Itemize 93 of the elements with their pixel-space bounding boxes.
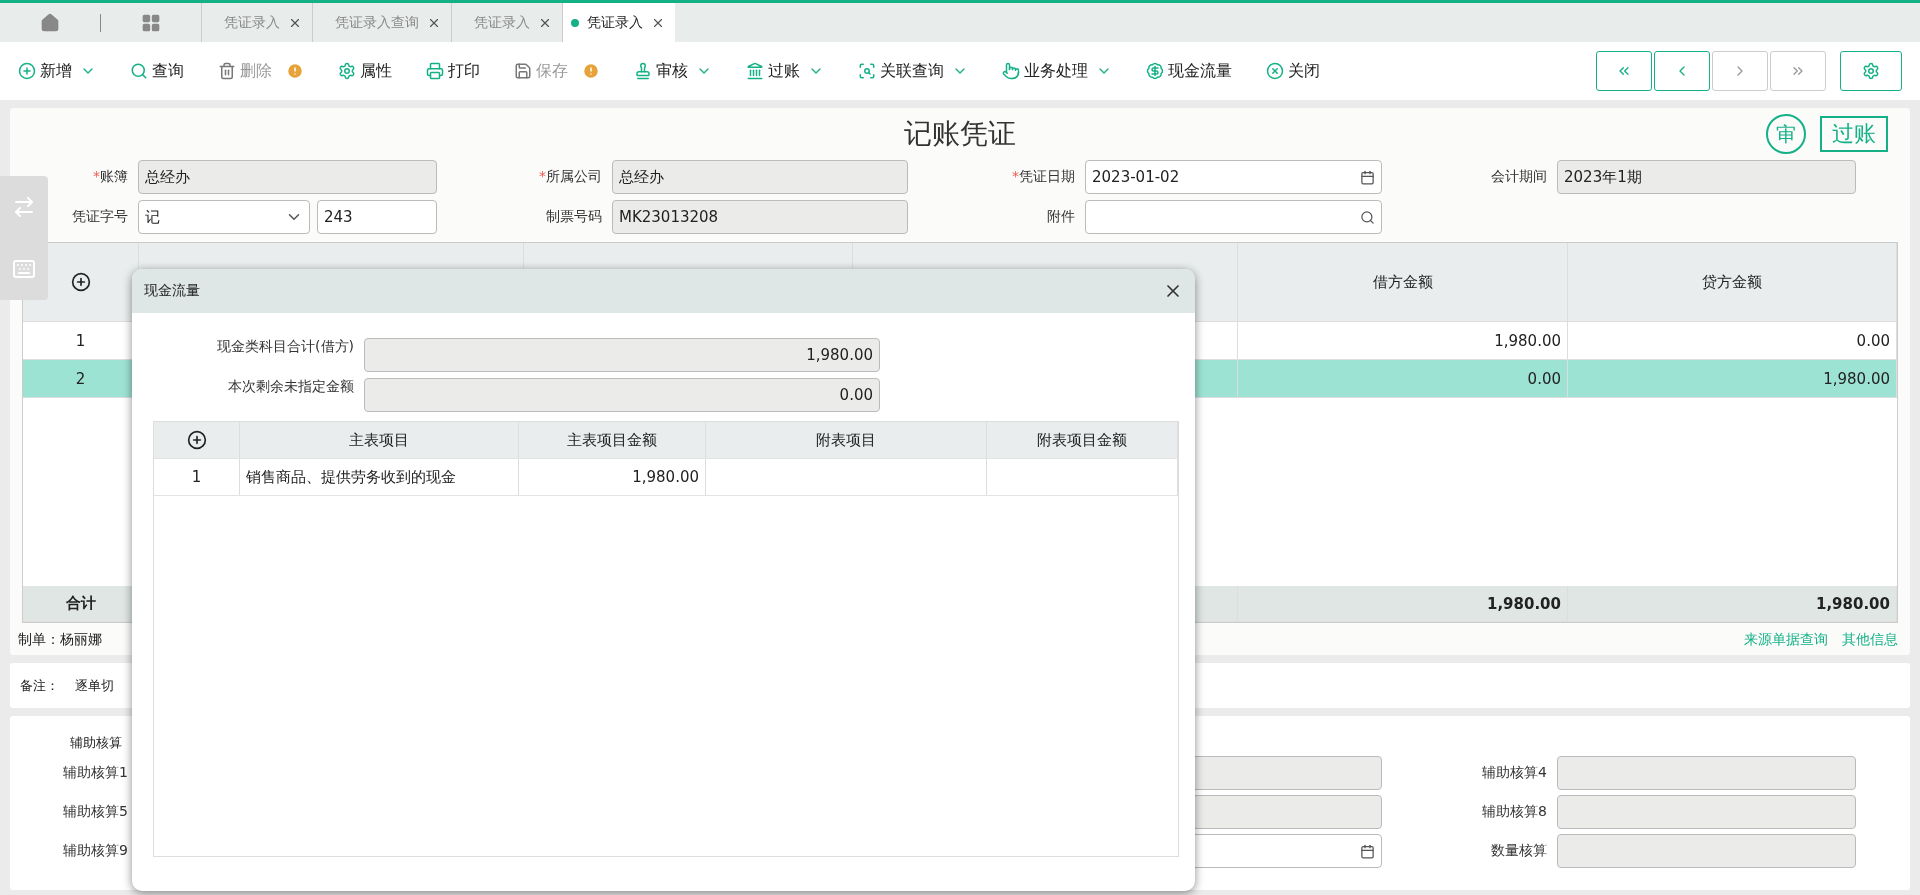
field-label: *凭证日期 bbox=[1011, 168, 1076, 186]
amount-field[interactable]: 1,980.00 bbox=[364, 338, 880, 372]
settings-icon bbox=[1862, 62, 1880, 80]
dialog-title: 现金流量 bbox=[144, 282, 200, 300]
text-field[interactable]: 总经办 bbox=[612, 160, 908, 194]
toolbar-button[interactable]: 新增 bbox=[18, 60, 96, 82]
field-label: 制票号码 bbox=[545, 208, 603, 226]
column-header: 主表项目金额 bbox=[519, 422, 706, 458]
row-number: 1 bbox=[154, 459, 240, 495]
calendar-icon bbox=[1360, 843, 1375, 859]
column-header: 附表项目 bbox=[706, 422, 987, 458]
keyboard-icon[interactable] bbox=[12, 257, 36, 281]
dollar-badge-icon bbox=[1146, 62, 1164, 80]
window-search-icon bbox=[858, 62, 876, 80]
add-row-icon[interactable] bbox=[70, 272, 91, 292]
field-label: 数量核算 bbox=[1490, 842, 1548, 860]
field-label: 辅助核算4 bbox=[1481, 764, 1548, 782]
toolbar-button[interactable]: 过账 bbox=[746, 60, 824, 82]
printer-icon bbox=[426, 62, 444, 80]
settings-icon bbox=[338, 62, 356, 80]
add-row-icon[interactable] bbox=[186, 430, 207, 450]
grid-icon[interactable] bbox=[141, 12, 161, 33]
text-field[interactable]: MK23013208 bbox=[612, 200, 908, 234]
active-dot-icon bbox=[571, 18, 579, 27]
field-label: 辅助核算8 bbox=[1481, 803, 1548, 821]
toolbar-button[interactable]: 关闭 bbox=[1266, 60, 1320, 82]
tab-label: 凭证录入 bbox=[474, 13, 530, 32]
search-field[interactable] bbox=[1085, 200, 1382, 234]
number-field[interactable]: 243 bbox=[317, 200, 437, 234]
tab-label: 凭证录入查询 bbox=[335, 13, 419, 32]
toolbar-button[interactable]: 业务处理 bbox=[1002, 60, 1112, 82]
text-field[interactable] bbox=[1557, 834, 1856, 868]
close-icon bbox=[1266, 62, 1284, 80]
plus-circle-icon bbox=[18, 62, 36, 80]
tab-label: 凭证录入 bbox=[587, 13, 643, 32]
table-cell: 1,980.00 bbox=[1568, 360, 1897, 397]
amount-field[interactable]: 0.00 bbox=[364, 378, 880, 412]
remark-label: 备注： bbox=[20, 676, 59, 695]
tab-label: 凭证录入 bbox=[224, 13, 280, 32]
field-label: 辅助核算1 bbox=[62, 764, 129, 782]
field-label: 凭证字号 bbox=[71, 208, 129, 226]
field-label: 本次剩余未指定金额 bbox=[227, 378, 355, 396]
toolbar-button[interactable]: 审核 bbox=[634, 60, 712, 82]
table-cell: 1,980.00 bbox=[1238, 322, 1568, 359]
text-field[interactable] bbox=[1557, 795, 1856, 829]
calendar-icon bbox=[1360, 169, 1375, 185]
first-button[interactable] bbox=[1596, 51, 1652, 91]
field-label: 辅助核算9 bbox=[62, 842, 129, 860]
voucher-title: 记账凭证 bbox=[904, 116, 1016, 152]
side-handle[interactable] bbox=[0, 176, 48, 300]
save-icon bbox=[514, 62, 532, 80]
text-field[interactable]: 总经办 bbox=[138, 160, 437, 194]
column-header: 借方金额 bbox=[1238, 243, 1568, 321]
field-label: 辅助核算5 bbox=[62, 803, 129, 821]
home-icon[interactable] bbox=[40, 12, 60, 33]
total-cell: 1,980.00 bbox=[1238, 586, 1568, 621]
previous-button[interactable] bbox=[1654, 51, 1710, 91]
search-icon bbox=[1360, 209, 1375, 225]
status-stamp: 过账 bbox=[1820, 116, 1888, 152]
table-cell: 销售商品、提供劳务收到的现金 bbox=[240, 459, 519, 495]
column-header: 主表项目 bbox=[240, 422, 519, 458]
column-header: 附表项目金额 bbox=[987, 422, 1178, 458]
pointer-hand-icon bbox=[1002, 62, 1020, 80]
toolbar-button[interactable]: 属性 bbox=[338, 60, 392, 82]
column-header: 贷方金额 bbox=[1568, 243, 1897, 321]
table-cell: 0.00 bbox=[1568, 322, 1897, 359]
tab[interactable]: 凭证录入 bbox=[562, 3, 675, 42]
bank-icon bbox=[746, 62, 764, 80]
swap-icon[interactable] bbox=[12, 195, 36, 219]
field-label: 会计期间 bbox=[1490, 168, 1548, 186]
toolbar-button[interactable]: 打印 bbox=[426, 60, 480, 82]
remark-text: 逐单切 bbox=[75, 676, 114, 695]
toolbar-button[interactable]: 现金流量 bbox=[1146, 60, 1232, 82]
select-field[interactable]: 记 bbox=[138, 200, 310, 234]
field-label: 现金类科目合计(借方) bbox=[216, 338, 355, 356]
stamp-icon bbox=[634, 62, 652, 80]
table-cell: 1,980.00 bbox=[519, 459, 706, 495]
field-label: *所属公司 bbox=[538, 168, 603, 186]
date-field[interactable]: 2023-01-02 bbox=[1085, 160, 1382, 194]
toolbar-button[interactable]: 查询 bbox=[130, 60, 184, 82]
text-field[interactable]: 2023年1期 bbox=[1557, 160, 1856, 194]
total-cell: 1,980.00 bbox=[1568, 586, 1897, 621]
trash-icon bbox=[218, 62, 236, 80]
table-cell: 0.00 bbox=[1238, 360, 1568, 397]
settings-button[interactable] bbox=[1840, 51, 1902, 91]
toolbar-button[interactable]: 关联查询 bbox=[858, 60, 968, 82]
aux-heading: 辅助核算 bbox=[69, 734, 123, 752]
field-label: 附件 bbox=[1046, 208, 1076, 226]
field-label: *账簿 bbox=[92, 168, 129, 186]
maker-text: 制单：杨丽娜 bbox=[18, 631, 102, 649]
text-field[interactable] bbox=[1557, 756, 1856, 790]
audit-stamp: 审 bbox=[1766, 114, 1806, 154]
search-icon bbox=[130, 62, 148, 80]
